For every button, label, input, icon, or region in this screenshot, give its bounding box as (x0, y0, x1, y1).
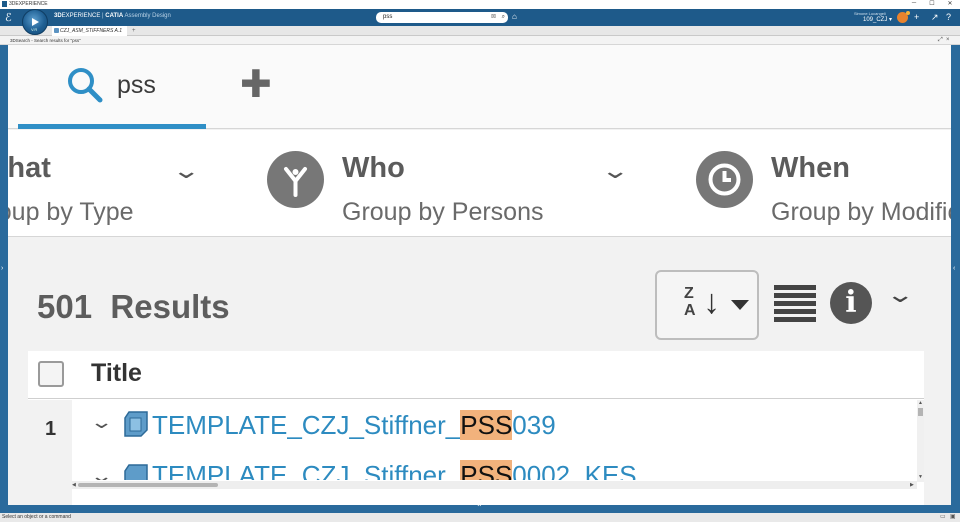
chevron-down-icon[interactable]: ⌄ (885, 282, 915, 308)
search-icon[interactable]: ⌕ (502, 12, 505, 23)
facet-bar: What Group by Type ⌄ Who Group by Person… (8, 130, 951, 237)
expand-panel-icon[interactable]: ⤢ (938, 36, 943, 45)
vertical-scrollbar[interactable]: ▲ ▼ (917, 400, 924, 482)
active-tab-underline (18, 124, 206, 129)
tag-icon[interactable]: ⌂ (512, 12, 517, 21)
row-title[interactable]: TEMPLATE_CZJ_Stiffner_PSS0002_KES (152, 460, 637, 480)
panel-header: 3DSearch - Search results for "pss" ⤢ × (0, 36, 960, 45)
scroll-right-icon[interactable]: ▶ (910, 482, 914, 488)
sort-za-icon: ZA (684, 285, 696, 319)
results-table: Title 1 ⌄ TEMPLATE_CZJ_Stiffner_PSS039 ⌄… (28, 351, 924, 505)
facet-when-subtitle: Group by Modification (771, 198, 951, 226)
compass-button[interactable]: V.R (22, 9, 48, 35)
status-icon-2[interactable]: ▣ (950, 513, 956, 522)
app-logo-icon (2, 1, 7, 7)
expand-right-icon[interactable]: ‹ (953, 265, 955, 272)
chevron-down-icon[interactable]: ⌄ (171, 158, 201, 184)
status-text: Select an object or a command (2, 514, 71, 520)
os-titlebar: 3DEXPERIENCE ─ ☐ ✕ (0, 0, 960, 9)
panel-title: 3DSearch - Search results for "pss" (10, 38, 81, 43)
list-view-icon[interactable] (774, 285, 816, 325)
select-all-checkbox[interactable] (38, 361, 64, 387)
os-window-title: 3DEXPERIENCE (9, 1, 48, 7)
row-title[interactable]: TEMPLATE_CZJ_Stiffner_PSS039 (152, 410, 556, 441)
scroll-up-icon[interactable]: ▲ (918, 400, 923, 406)
status-bar: Select an object or a command ▭ ▣ (0, 513, 960, 522)
facet-who-subtitle: Group by Persons (342, 198, 544, 226)
bottom-bar: ⌃ (0, 503, 960, 513)
left-gutter: › (0, 45, 8, 505)
facet-what-subtitle: Group by Type (8, 198, 134, 226)
info-icon[interactable]: i (830, 282, 872, 324)
assembly-icon (54, 28, 59, 33)
query-tab-pss[interactable]: pss (18, 45, 206, 129)
table-header: Title (28, 351, 924, 399)
plus-icon[interactable]: + (914, 12, 919, 22)
dropdown-caret-icon (731, 300, 749, 310)
scroll-thumb[interactable] (918, 408, 923, 416)
scroll-left-icon[interactable]: ◀ (72, 482, 76, 488)
right-gutter: ‹ (951, 45, 960, 505)
ds-logo: ℰ (5, 11, 12, 24)
sort-button[interactable]: ZA ↓ (655, 270, 759, 340)
share-icon[interactable]: ↗ (931, 12, 939, 23)
clock-icon[interactable] (696, 151, 753, 208)
global-search-input[interactable]: pss ⊠ ⌕ (376, 12, 508, 23)
expand-left-icon[interactable]: › (1, 265, 3, 272)
part-icon (124, 411, 148, 437)
row-index: 1 (45, 418, 57, 440)
person-icon[interactable] (267, 151, 324, 208)
status-icon[interactable]: ▭ (940, 513, 946, 522)
play-icon (32, 18, 39, 26)
maximize-button[interactable]: ☐ (926, 0, 938, 7)
horizontal-scrollbar[interactable]: ◀ ▶ (72, 481, 917, 489)
top-bar: ℰ 3DEXPERIENCE | CATIA Assembly Design p… (0, 9, 960, 26)
chevron-up-icon[interactable]: ⌃ (476, 503, 483, 512)
chevron-down-icon[interactable]: ⌄ (600, 158, 630, 184)
scroll-thumb[interactable] (78, 483, 218, 487)
tab-strip: CZJ_ASM_STIFFNERS A.1 + (0, 26, 960, 36)
close-panel-icon[interactable]: × (946, 36, 950, 45)
tab-czj-asm-stiffners[interactable]: CZJ_ASM_STIFFNERS A.1 (52, 26, 127, 36)
help-icon[interactable]: ? (946, 12, 951, 22)
add-query-button[interactable]: ✚ (240, 66, 272, 104)
close-button[interactable]: ✕ (944, 0, 956, 7)
column-header-title[interactable]: Title (91, 359, 142, 388)
brand-title: 3DEXPERIENCE | CATIA Assembly Design (54, 13, 171, 19)
search-icon (68, 68, 103, 103)
expand-row-icon[interactable]: ⌄ (89, 412, 113, 433)
facet-when-title[interactable]: When (771, 152, 850, 185)
app-window: 3DEXPERIENCE ─ ☐ ✕ ℰ 3DEXPERIENCE | CATI… (0, 0, 960, 522)
row-index-column (28, 400, 72, 505)
part-icon (124, 464, 148, 480)
add-tab-button[interactable]: + (132, 26, 136, 36)
results-count: 501 Results (37, 288, 230, 325)
tenant-selector[interactable]: 109_CZJ ▾ (863, 16, 892, 23)
table-body: ⌄ TEMPLATE_CZJ_Stiffner_PSS039 ⌄ TEMPLAT… (72, 400, 917, 480)
minimize-button[interactable]: ─ (908, 0, 920, 6)
clear-search-icon[interactable]: ⊠ (491, 12, 496, 23)
arrow-down-icon: ↓ (703, 283, 720, 321)
results-section: 501 Results ZA ↓ i ⌄ Title 1 ⌄ TEMPLATE_… (8, 238, 951, 505)
expand-row-icon[interactable]: ⌄ (89, 466, 113, 480)
scroll-down-icon[interactable]: ▼ (918, 474, 923, 480)
notification-badge (906, 11, 910, 15)
facet-what-title[interactable]: What (8, 152, 51, 185)
search-panel: pss ✚ What Group by Type ⌄ Who Group by … (8, 45, 951, 505)
query-tabs: pss ✚ (8, 45, 951, 129)
facet-who-title[interactable]: Who (342, 152, 405, 185)
query-text: pss (117, 71, 156, 99)
